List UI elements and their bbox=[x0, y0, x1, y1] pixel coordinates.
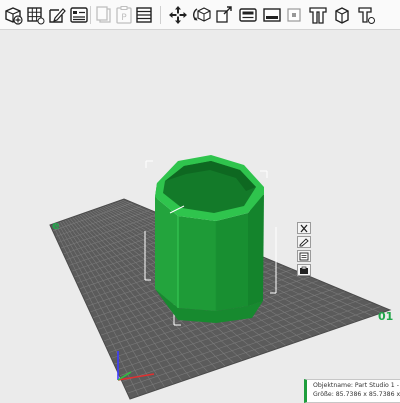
edit-icon[interactable] bbox=[46, 4, 68, 26]
3d-viewport[interactable]: e 01 bbox=[0, 31, 400, 400]
cube-icon[interactable] bbox=[307, 4, 329, 26]
text-icon[interactable] bbox=[355, 4, 377, 26]
support-icon[interactable] bbox=[297, 264, 311, 276]
paste-icon[interactable]: P bbox=[113, 4, 135, 26]
mirror-icon[interactable] bbox=[237, 4, 259, 26]
bed-label-left: e bbox=[52, 219, 59, 232]
build-plate-scene[interactable]: e 01 bbox=[0, 31, 400, 400]
delete-object-button[interactable] bbox=[297, 222, 311, 234]
object-info-panel: Objektname: Part Studio 1 - S Größe: 85.… bbox=[304, 379, 400, 403]
add-object-icon[interactable] bbox=[2, 4, 24, 26]
selected-object[interactable] bbox=[155, 155, 264, 323]
cut-icon[interactable] bbox=[261, 4, 283, 26]
scale-icon[interactable] bbox=[213, 4, 235, 26]
object-name-text: Objektname: Part Studio 1 - S bbox=[313, 382, 400, 389]
cube-icon[interactable] bbox=[331, 4, 353, 26]
bed-label-right: 01 bbox=[378, 310, 393, 323]
edit-object-button[interactable] bbox=[297, 236, 311, 248]
svg-text:P: P bbox=[121, 13, 127, 23]
object-size-text: Größe: 85.7386 x 85.7386 x 10 bbox=[313, 390, 400, 398]
rotate-icon[interactable] bbox=[191, 4, 213, 26]
copy-icon[interactable] bbox=[93, 4, 115, 26]
grid-icon[interactable] bbox=[24, 4, 46, 26]
place-face-icon[interactable] bbox=[283, 4, 305, 26]
move-icon[interactable] bbox=[167, 4, 189, 26]
object-settings-button[interactable] bbox=[297, 250, 311, 262]
toolbar: P bbox=[0, 0, 400, 30]
list-icon[interactable] bbox=[68, 4, 90, 26]
layers-icon[interactable] bbox=[133, 4, 155, 26]
